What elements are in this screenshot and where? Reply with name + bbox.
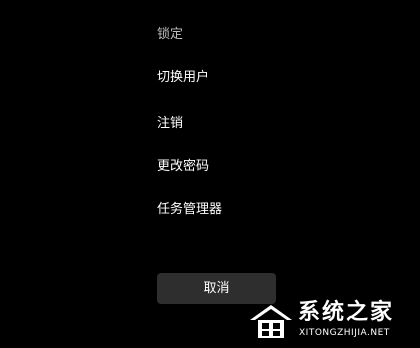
menu-item-task-manager[interactable]: 任务管理器 [157, 197, 222, 223]
house-logo-icon [250, 305, 292, 338]
menu-item-change-password[interactable]: 更改密码 [157, 154, 209, 180]
menu-item-sign-out[interactable]: 注销 [157, 111, 183, 137]
ctrl-alt-del-menu: 锁定 切换用户 注销 更改密码 任务管理器 [157, 0, 357, 240]
menu-item-lock[interactable]: 锁定 [157, 22, 183, 48]
watermark-url: XITONGZHIJIA.NET [299, 328, 390, 338]
menu-item-switch-user[interactable]: 切换用户 [157, 65, 209, 91]
watermark: 系统之家 XITONGZHIJIA.NET [248, 298, 416, 344]
watermark-title: 系统之家 [298, 300, 395, 325]
